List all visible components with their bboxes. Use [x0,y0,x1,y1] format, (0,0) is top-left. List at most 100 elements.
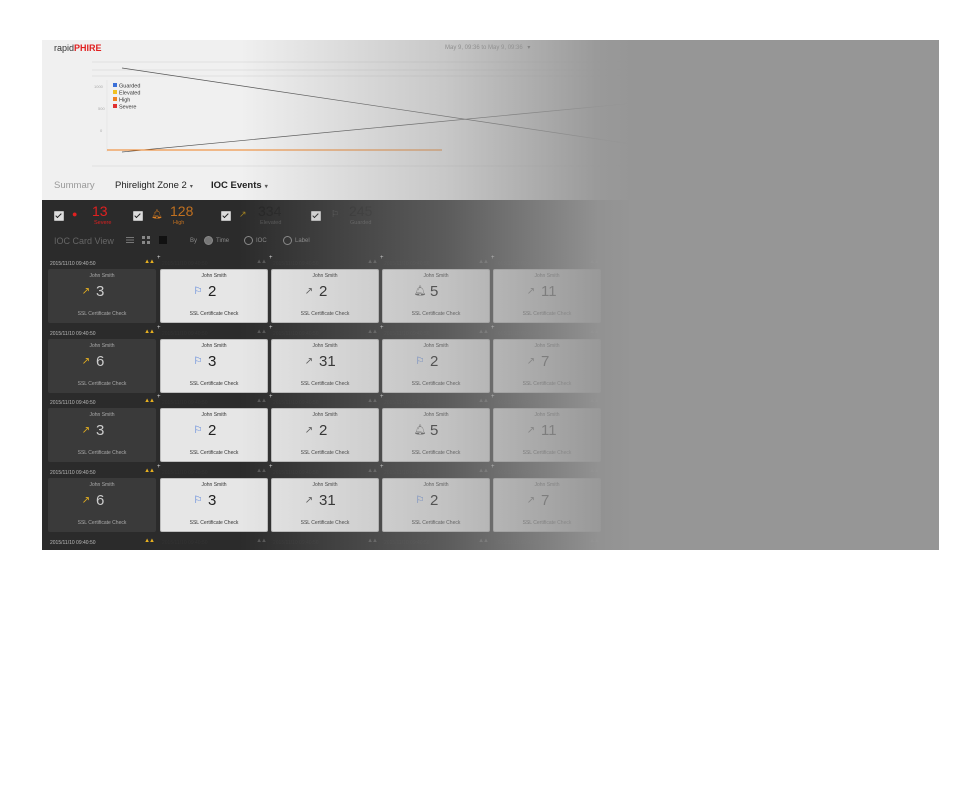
card-timestamp: 2015/11/10 09:40:50 [495,470,541,476]
ioc-card[interactable]: 2015/11/10 09:40:50 ▲▲ John Smith ↗ 6 SSL Cer… [48,328,156,396]
card-check-name: SSL Certificate Check [189,450,239,456]
card-user: John Smith [89,482,115,488]
card-row: 2015/11/10 09:40:50 ▲▲ 2015/11/10 09:40:50… [42,537,939,550]
card-timestamp: 2015/11/10 09:40:50 [384,540,430,546]
nav-zone-dropdown[interactable]: Phirelight Zone 2 ▾ [115,180,193,191]
ioc-card[interactable]: 2015/11/10 09:40:50 ▲▲ John Smith ↗ 7 SSL Cer… [493,328,601,396]
card-header: 2015/11/10 09:40:50 ▲▲ [271,397,379,408]
ioc-card[interactable]: 2015/11/10 09:40:50 ▲▲ John Smith ⚐ 2 SSL Cer… [160,397,268,465]
card-body: John Smith ↗ 6 SSL Certificate Check [48,339,156,393]
card-check-name: SSL Certificate Check [189,520,239,526]
ioc-card[interactable]: 2015/11/10 09:40:50 ▲▲ John Smith 🔔︎ 5 SSL Ce… [382,258,490,326]
card-count: 5 [430,422,439,439]
bell-icon: 🔔︎ [413,286,427,297]
date-range-picker[interactable]: May 9, 09:36 to May 9, 09:36 ▾ [445,44,530,51]
ioc-card[interactable]: 2015/11/10 09:40:50 ▲▲ John Smith ↗ 2 SSL Cer… [271,397,379,465]
bell-icon: 🔔︎ [151,209,163,219]
card-body: John Smith ⚐ 3 SSL Certificate Check [160,339,268,393]
card-timestamp: 2015/11/10 09:40:50 [273,331,319,337]
card-timestamp: 2015/11/10 09:40:50 [495,331,541,337]
card-header: 2015/11/10 09:40:50 ▲▲ [160,328,268,339]
ioc-card[interactable]: 2015/11/10 09:40:50 ▲▲ John Smith ⚐ 2 SSL Cer… [382,328,490,396]
chart-legend: Guarded Elevated High Severe [113,83,140,111]
filter-checkbox[interactable] [311,211,321,221]
card-count: 7 [541,353,550,370]
radio-time[interactable] [204,236,213,245]
severity-triangles-icon: ▲▲ [144,398,155,404]
filter-checkbox[interactable] [221,211,231,221]
ioc-card[interactable]: 2015/11/10 09:40:50 ▲▲ John Smith ↗ 31 SSL Ce… [271,328,379,396]
card-check-name: SSL Certificate Check [522,520,572,526]
severity-triangles-icon: ▲▲ [367,398,378,404]
card-body: John Smith ⚐ 2 SSL Certificate Check [382,339,490,393]
card-body: John Smith ⚐ 2 SSL Certificate Check [160,408,268,462]
arrow-up-right-icon: ↗ [81,286,91,297]
card-header: 2015/11/10 09:40:50 ▲▲ [382,328,490,339]
ioc-card[interactable]: 2015/11/10 09:40:50 ▲▲ [382,537,490,550]
ioc-card[interactable]: 2015/11/10 09:40:50 ▲▲ [160,537,268,550]
filter-count: 334 [258,203,282,219]
card-timestamp: 2015/11/10 09:40:50 [495,540,541,546]
card-view-icon[interactable] [159,236,167,244]
ioc-card[interactable]: 2015/11/10 09:40:50 ▲▲ John Smith ↗ 31 SSL Ce… [271,467,379,535]
card-user: John Smith [89,273,115,279]
grid-view-icon[interactable] [142,236,150,244]
ioc-card[interactable]: 2015/11/10 09:40:50 ▲▲ John Smith ↗ 11 SSL Ce… [493,258,601,326]
card-header: 2015/11/10 09:40:50 ▲▲ [160,537,268,548]
card-row: 2015/11/10 09:40:50 ▲▲ John Smith ↗ 3 SSL Cer… [42,394,939,467]
ioc-card[interactable]: 2015/11/10 09:40:50 ▲▲ John Smith ↗ 6 SSL Cer… [48,467,156,535]
ioc-card[interactable]: 2015/11/10 09:40:50 ▲▲ John Smith ↗ 7 SSL Cer… [493,467,601,535]
arrow-up-right-icon: ↗ [81,495,91,506]
ioc-card[interactable]: 2015/11/10 09:40:50 ▲▲ John Smith ⚐ 2 SSL Cer… [382,467,490,535]
radio-label-sort[interactable] [283,236,292,245]
ioc-card[interactable]: 2015/11/10 09:40:50 ▲▲ John Smith ⚐ 2 SSL Cer… [160,258,268,326]
card-check-name: SSL Certificate Check [77,450,127,456]
ioc-card[interactable]: 2015/11/10 09:40:50 ▲▲ [493,537,601,550]
list-view-icon[interactable] [126,236,134,244]
filter-checkbox[interactable] [54,211,64,221]
main-nav: Summary Phirelight Zone 2 ▾ IOC Events ▾ [42,172,939,199]
card-timestamp: 2015/11/10 09:40:50 [384,470,430,476]
nav-summary[interactable]: Summary [54,180,95,191]
card-user: John Smith [423,273,449,279]
ioc-card[interactable]: 2015/11/10 09:40:50 ▲▲ John Smith 🔔︎ 5 SSL Ce… [382,397,490,465]
card-user: John Smith [423,482,449,488]
card-body: John Smith ⚐ 2 SSL Certificate Check [160,269,268,323]
nav-ioc-events[interactable]: IOC Events ▾ [211,180,268,191]
card-header: 2015/11/10 09:40:50 ▲▲ [271,537,379,548]
filter-checkbox[interactable] [133,211,143,221]
card-check-name: SSL Certificate Check [77,381,127,387]
card-header: 2015/11/10 09:40:50 ▲▲ [382,397,490,408]
ioc-card[interactable]: 2015/11/10 09:40:50 ▲▲ John Smith ↗ 2 SSL Cer… [271,258,379,326]
bell-icon: 🔔︎ [413,425,427,436]
card-count: 11 [541,283,557,300]
ioc-card[interactable]: 2015/11/10 09:40:50 ▲▲ John Smith ↗ 3 SSL Cer… [48,258,156,326]
ioc-card[interactable]: 2015/11/10 09:40:50 ▲▲ John Smith ↗ 11 SSL Ce… [493,397,601,465]
ioc-card[interactable]: 2015/11/10 09:40:50 ▲▲ John Smith ⚐ 3 SSL Cer… [160,467,268,535]
severity-triangles-icon: ▲▲ [256,259,267,265]
ioc-card[interactable]: 2015/11/10 09:40:50 ▲▲ [271,537,379,550]
card-header: 2015/11/10 09:40:50 ▲▲ [48,397,156,408]
ioc-card[interactable]: 2015/11/10 09:40:50 ▲▲ John Smith ⚐ 3 SSL Cer… [160,328,268,396]
card-body: John Smith 🔔︎ 5 SSL Certificate Check [382,408,490,462]
card-header: 2015/11/10 09:40:50 ▲▲ [493,328,601,339]
card-user: John Smith [312,343,338,349]
legend-swatch-elevated [113,90,117,94]
ioc-card[interactable]: 2015/11/10 09:40:50 ▲▲ John Smith ↗ 3 SSL Cer… [48,397,156,465]
radio-ioc[interactable] [244,236,253,245]
severity-triangles-icon: ▲▲ [256,329,267,335]
card-header: 2015/11/10 09:40:50 ▲▲ [493,467,601,478]
card-count: 11 [541,422,557,439]
card-user: John Smith [534,343,560,349]
card-check-name: SSL Certificate Check [411,381,461,387]
card-count: 3 [208,492,217,509]
card-count: 31 [319,492,336,509]
card-body: John Smith ↗ 2 SSL Certificate Check [271,408,379,462]
arrow-up-right-icon: ↗ [304,495,314,506]
card-check-name: SSL Certificate Check [522,311,572,317]
ioc-card[interactable]: 2015/11/10 09:40:50 ▲▲ [48,537,156,550]
severity-triangles-icon: ▲▲ [256,398,267,404]
card-check-name: SSL Certificate Check [77,520,127,526]
card-check-name: SSL Certificate Check [411,520,461,526]
card-header: 2015/11/10 09:40:50 ▲▲ [382,537,490,548]
